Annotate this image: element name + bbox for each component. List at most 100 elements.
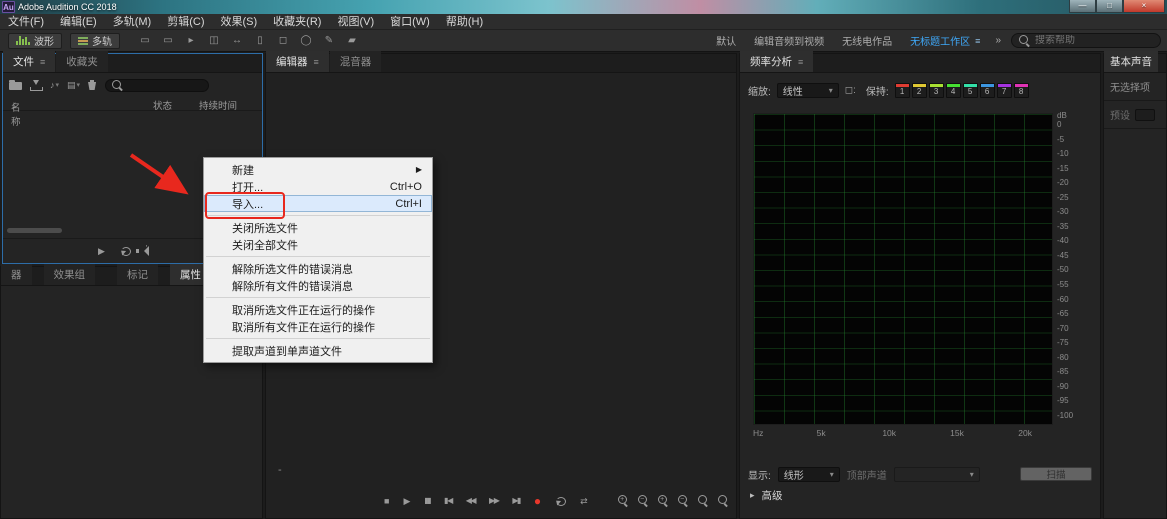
- menu-item[interactable]: 文件(F): [0, 14, 52, 30]
- workspace-overflow-button[interactable]: »: [989, 35, 1007, 46]
- menu-item[interactable]: 收藏夹(R): [265, 14, 329, 30]
- menu-item[interactable]: 多轨(M): [105, 14, 160, 30]
- skip-selection-button[interactable]: ⇄: [580, 496, 588, 506]
- column-status[interactable]: 状态: [153, 98, 172, 112]
- video-display-toggle[interactable]: ▭: [161, 33, 175, 48]
- workspace-item[interactable]: 编辑音频到视频: [745, 33, 833, 48]
- stop-button[interactable]: ■: [384, 496, 389, 506]
- video-filter-icon[interactable]: ▤ ▾: [67, 80, 80, 91]
- scan-button[interactable]: 扫描: [1020, 467, 1092, 481]
- play-button[interactable]: ▶: [403, 496, 410, 506]
- pause-button[interactable]: ▮▮: [424, 496, 431, 506]
- zoom-to-selection-button[interactable]: [697, 495, 709, 506]
- zoom-out-button[interactable]: −: [637, 495, 649, 506]
- spot-healing-brush-tool[interactable]: ▰: [345, 33, 359, 48]
- hold-button-6[interactable]: 6: [979, 82, 995, 98]
- lower-tab-0[interactable]: 器: [1, 264, 32, 285]
- editor-tabbar: 编辑器 ≡ 混音器: [266, 51, 736, 73]
- files-search-input[interactable]: [127, 80, 203, 90]
- paintbrush-selection-tool[interactable]: ✎: [322, 33, 336, 48]
- tab-favorites[interactable]: 收藏夹: [56, 51, 108, 72]
- tab-files[interactable]: 文件 ≡: [3, 51, 56, 72]
- delete-icon[interactable]: [88, 80, 97, 91]
- column-duration[interactable]: 持续时间: [199, 98, 237, 112]
- display-dropdown[interactable]: 线形 ▾: [777, 466, 840, 482]
- menu-item[interactable]: 视图(V): [329, 14, 382, 30]
- open-folder-icon[interactable]: [9, 80, 22, 90]
- top-channel-label: 顶部声道: [846, 470, 887, 482]
- zoom-scale-dropdown[interactable]: 线性 ▾: [776, 82, 839, 98]
- autoplay-toggle-button[interactable]: ': [136, 244, 150, 256]
- tab-essential-sound[interactable]: 基本声音: [1104, 51, 1158, 72]
- razor-tool[interactable]: ◫: [207, 33, 221, 48]
- menu-item[interactable]: 窗口(W): [382, 14, 438, 30]
- time-selection-tool[interactable]: ▯: [253, 33, 267, 48]
- context-menu-item[interactable]: 提取声道到单声道文件: [204, 342, 432, 359]
- workspace-item[interactable]: 无标题工作区 ≡: [901, 33, 989, 49]
- menu-item[interactable]: 剪辑(C): [159, 14, 212, 30]
- maximize-button[interactable]: □: [1096, 0, 1123, 13]
- tab-frequency-analysis[interactable]: 频率分析 ≡: [740, 51, 814, 72]
- zoom-in-horizontal-button[interactable]: +: [657, 495, 669, 506]
- hold-button-7[interactable]: 7: [996, 82, 1012, 98]
- lower-tab-2[interactable]: 标记: [117, 264, 158, 285]
- tab-editor[interactable]: 编辑器 ≡: [266, 51, 329, 72]
- context-menu-item[interactable]: 解除所选文件的错误消息: [204, 260, 432, 277]
- context-menu-item[interactable]: 关闭所选文件: [204, 219, 432, 236]
- help-search-input[interactable]: [1035, 35, 1153, 46]
- workspace-item[interactable]: 默认: [707, 33, 745, 48]
- waveform-view-button[interactable]: 波形: [8, 32, 62, 49]
- multitrack-view-button[interactable]: 多轨: [70, 32, 120, 49]
- context-menu-item[interactable]: 取消所选文件正在运行的操作: [204, 301, 432, 318]
- slip-tool[interactable]: ↔: [230, 33, 244, 48]
- submenu-arrow-icon: ▶: [415, 165, 422, 174]
- panel-menu-icon[interactable]: ≡: [40, 57, 45, 67]
- move-tool[interactable]: ▸: [184, 33, 198, 48]
- context-menu-item[interactable]: 新建 ▶: [204, 161, 432, 178]
- play-preview-button[interactable]: ▶: [98, 246, 105, 257]
- fast-forward-button[interactable]: ▶▶: [489, 496, 500, 506]
- skip-to-start-button[interactable]: ▮◀: [444, 496, 453, 506]
- preset-dropdown[interactable]: [1135, 108, 1155, 121]
- advanced-expander[interactable]: ▸ 高级: [750, 488, 783, 503]
- workspace-menu-icon[interactable]: ≡: [975, 36, 980, 46]
- skip-to-end-button[interactable]: ▶▮: [512, 496, 521, 506]
- files-search[interactable]: [105, 78, 210, 92]
- audio-filter-icon[interactable]: ♪ ▾: [50, 80, 59, 90]
- zoom-reset-button[interactable]: [717, 495, 729, 506]
- zoom-in-button[interactable]: +: [617, 495, 629, 506]
- loop-playback-button[interactable]: [555, 496, 567, 506]
- marquee-selection-tool[interactable]: ◻: [276, 33, 290, 48]
- menu-item[interactable]: 帮助(H): [438, 14, 491, 30]
- hold-button-3[interactable]: 3: [928, 82, 944, 98]
- hold-button-4[interactable]: 4: [945, 82, 961, 98]
- workspace-item[interactable]: 无线电作品: [833, 33, 901, 48]
- hold-button-2[interactable]: 2: [911, 82, 927, 98]
- panel-menu-icon[interactable]: ≡: [314, 57, 319, 67]
- hold-button-1[interactable]: 1: [894, 82, 910, 98]
- menu-item[interactable]: 效果(S): [213, 14, 266, 30]
- panel-menu-icon[interactable]: ≡: [798, 57, 803, 67]
- lower-tab-1[interactable]: 效果组: [43, 264, 95, 285]
- loop-preview-button[interactable]: [120, 246, 131, 256]
- menu-item-label: 解除所有文件的错误消息: [232, 280, 353, 293]
- rewind-button[interactable]: ◀◀: [466, 496, 477, 506]
- lasso-selection-tool[interactable]: ◯: [299, 33, 313, 48]
- record-button[interactable]: ●: [534, 495, 541, 507]
- files-hscrollbar-thumb[interactable]: [7, 228, 62, 233]
- zoom-out-horizontal-button[interactable]: −: [677, 495, 689, 506]
- snapshot-icon[interactable]: ◻:: [845, 85, 856, 96]
- minimize-button[interactable]: —: [1069, 0, 1096, 13]
- import-file-icon[interactable]: [30, 79, 43, 91]
- help-search[interactable]: [1011, 33, 1161, 48]
- tab-mixer[interactable]: 混音器: [329, 51, 382, 72]
- context-menu-item[interactable]: 取消所有文件正在运行的操作: [204, 318, 432, 335]
- close-button[interactable]: ×: [1123, 0, 1165, 13]
- context-menu-item[interactable]: 关闭全部文件: [204, 236, 432, 253]
- time-display-toggle[interactable]: ▭: [138, 33, 152, 48]
- menu-item[interactable]: 编辑(E): [52, 14, 105, 30]
- context-menu-item[interactable]: 解除所有文件的错误消息: [204, 277, 432, 294]
- hold-button-8[interactable]: 8: [1013, 82, 1029, 98]
- hold-button-5[interactable]: 5: [962, 82, 978, 98]
- top-channel-dropdown[interactable]: ▾: [893, 466, 980, 482]
